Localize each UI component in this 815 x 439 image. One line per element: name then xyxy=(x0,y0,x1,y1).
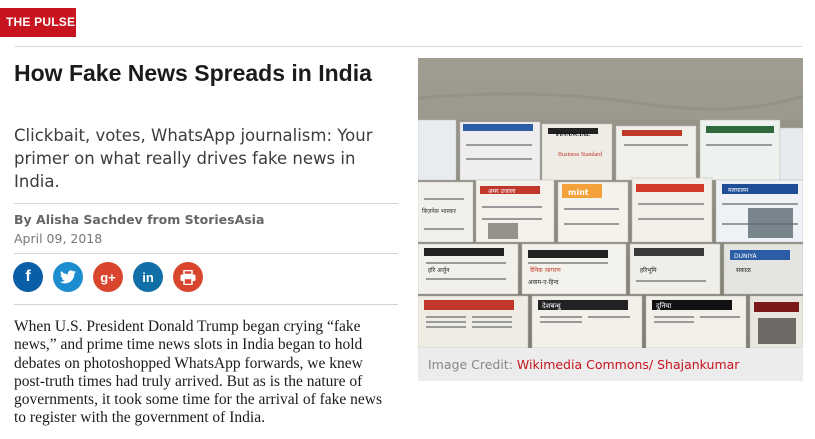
divider xyxy=(14,304,398,305)
article-body-text: When U.S. President Donald Trump began c… xyxy=(14,318,383,427)
masthead-text: अवाम-ए-हिन्द xyxy=(528,278,559,286)
share-buttons: f g+ in xyxy=(13,262,213,292)
masthead-text: दुनिया xyxy=(656,301,671,311)
divider xyxy=(14,253,398,254)
article-headline: How Fake News Spreads in India xyxy=(14,60,372,86)
masthead-text: DUNIYA xyxy=(734,253,757,260)
masthead-text: हरिभूमि xyxy=(640,266,657,274)
masthead-text: mint xyxy=(568,188,589,197)
facebook-icon: f xyxy=(25,268,31,285)
masthead-text: देशबन्धु xyxy=(542,301,562,310)
top-divider xyxy=(15,46,802,47)
article-body: When U.S. President Donald Trump began c… xyxy=(14,318,804,428)
google-plus-share-button[interactable]: g+ xyxy=(93,262,123,292)
section-tag[interactable]: THE PULSE xyxy=(0,8,76,37)
masthead-text: बिज़नेस भास्कर xyxy=(422,207,456,215)
masthead-text: अमर उजाला xyxy=(488,188,516,195)
article-byline[interactable]: By Alisha Sachdev from StoriesAsia xyxy=(14,212,264,228)
newspapers-photo: FINANCIAL Business Standard अमर उजाला mi… xyxy=(418,58,803,348)
masthead-text: दैनिक जागरण xyxy=(530,266,561,274)
linkedin-icon: in xyxy=(142,269,154,285)
image-float-spacer xyxy=(384,318,804,393)
divider xyxy=(14,203,398,204)
masthead-text: FINANCIAL xyxy=(556,132,590,138)
print-button[interactable] xyxy=(173,262,203,292)
twitter-share-button[interactable] xyxy=(53,262,83,292)
print-icon xyxy=(180,269,196,285)
facebook-share-button[interactable]: f xyxy=(13,262,43,292)
linkedin-share-button[interactable]: in xyxy=(133,262,163,292)
google-plus-icon: g+ xyxy=(100,269,116,285)
newspapers-illustration: FINANCIAL Business Standard अमर उजाला mi… xyxy=(418,58,803,348)
twitter-icon xyxy=(60,270,76,284)
masthead-text: Business Standard xyxy=(558,152,602,158)
masthead-text: मलयालम xyxy=(728,187,749,194)
article-date: April 09, 2018 xyxy=(14,231,103,246)
masthead-text: सकाळ xyxy=(736,267,751,274)
masthead-text: हरि अर्जुन xyxy=(428,266,450,274)
article-subheadline: Clickbait, votes, WhatsApp journalism: Y… xyxy=(14,126,373,191)
